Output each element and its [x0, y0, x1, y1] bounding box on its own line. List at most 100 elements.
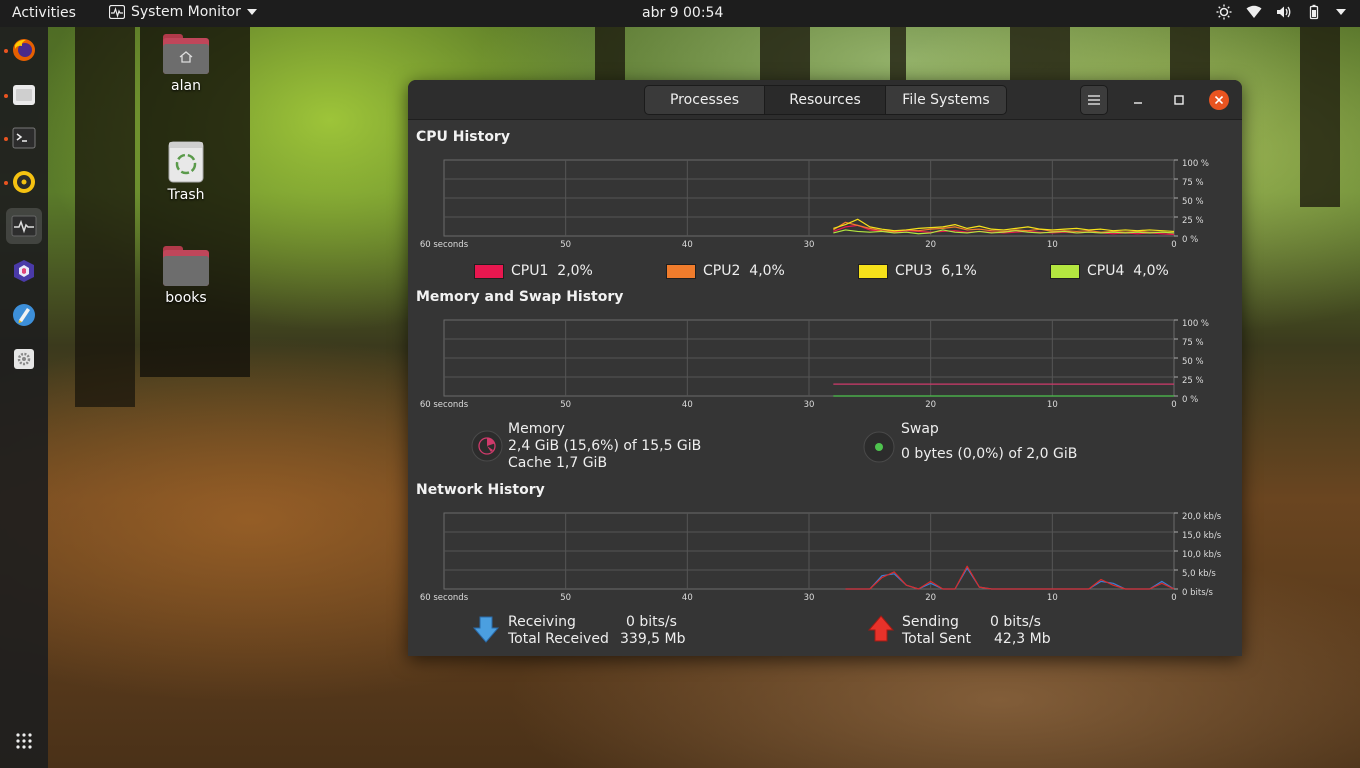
dock-terminal[interactable] — [6, 120, 42, 156]
x-tick-label: 20 — [925, 240, 936, 250]
x-tick-label: 50 — [560, 240, 571, 250]
system-status-area[interactable] — [1216, 4, 1346, 20]
trash-icon — [168, 141, 204, 183]
dock-firefox[interactable] — [6, 32, 42, 68]
total-sent-label: Total Sent — [902, 631, 972, 647]
desktop-icon-home[interactable]: alan — [146, 34, 226, 94]
cpu-history-chart: 60 seconds 50 40 30 20 10 0 100 % 75 % 50 % 25 % 0 … — [420, 159, 1209, 250]
view-switcher: Processes Resources File Systems — [644, 85, 1007, 115]
swap-pie-icon[interactable] — [863, 431, 895, 463]
cpu3-value: 6,1% — [941, 263, 977, 279]
x-tick-label: 30 — [804, 400, 815, 410]
x-tick-label: 40 — [682, 240, 693, 250]
cpu2-value: 4,0% — [749, 263, 785, 279]
x-tick-label: 0 — [1171, 593, 1176, 603]
receiving-label: Receiving — [508, 614, 576, 630]
memory-value: 2,4 GiB (15,6%) of 15,5 GiB — [508, 438, 702, 454]
total-received-value: 339,5 Mb — [620, 631, 686, 647]
status-menu-chevron-icon — [1336, 9, 1346, 15]
y-tick-label: 5,0 kb/s — [1182, 569, 1216, 579]
total-received-label: Total Received — [508, 631, 609, 647]
y-tick-label: 0 bits/s — [1182, 588, 1213, 598]
x-tick-label: 40 — [682, 400, 693, 410]
y-tick-label: 25 % — [1182, 376, 1204, 386]
cpu1-color-button[interactable] — [474, 263, 504, 279]
show-applications-button[interactable] — [6, 723, 42, 759]
memory-history-title: Memory and Swap History — [416, 289, 624, 305]
memory-history-chart: 60 seconds 50 40 30 20 10 0 100 % 75 % 50 % 25 % 0 … — [420, 319, 1209, 410]
x-tick-label: 0 — [1171, 400, 1176, 410]
receiving-arrow-icon[interactable] — [472, 615, 500, 643]
x-tick-label: 60 seconds — [420, 593, 469, 603]
close-button[interactable] — [1209, 90, 1229, 110]
dock-files[interactable] — [6, 77, 42, 113]
cpu3-legend: CPU3 6,1% — [858, 263, 977, 279]
main-menu-button[interactable] — [1080, 85, 1108, 115]
activities-button[interactable]: Activities — [12, 5, 76, 21]
sending-arrow-icon[interactable] — [867, 615, 895, 643]
desktop-icon-label: alan — [171, 78, 201, 94]
dock-settings[interactable] — [6, 341, 42, 377]
header-bar[interactable]: Processes Resources File Systems — [408, 80, 1242, 120]
brightness-icon — [1216, 4, 1232, 20]
memory-stats: Memory 2,4 GiB (15,6%) of 15,5 GiB Cache… — [508, 421, 701, 472]
network-history-title: Network History — [416, 482, 545, 498]
x-tick-label: 50 — [560, 400, 571, 410]
chevron-down-icon — [246, 9, 257, 15]
y-tick-label: 100 % — [1182, 319, 1209, 329]
cpu1-label: CPU1 — [511, 263, 549, 279]
cpu3-color-button[interactable] — [858, 263, 888, 279]
y-tick-label: 15,0 kb/s — [1182, 531, 1222, 541]
folder-icon — [163, 246, 209, 286]
cpu4-color-button[interactable] — [1050, 263, 1080, 279]
total-sent-value: 42,3 Mb — [994, 631, 1051, 647]
top-bar: Activities System Monitor abr 9 00:54 — [0, 0, 1360, 27]
rhythmbox-icon — [13, 171, 35, 193]
cpu4-value: 4,0% — [1133, 263, 1169, 279]
cpu3-label: CPU3 — [895, 263, 933, 279]
desktop-icon-trash[interactable]: Trash — [146, 140, 226, 203]
desktop-icon-books[interactable]: books — [146, 246, 226, 306]
y-tick-label: 10,0 kb/s — [1182, 550, 1222, 560]
swap-stats: Swap 0 bytes (0,0%) of 2,0 GiB — [901, 421, 1077, 463]
x-tick-label: 60 seconds — [420, 400, 469, 410]
cpu2-label: CPU2 — [703, 263, 741, 279]
system-monitor-icon — [109, 5, 125, 19]
minimize-button[interactable] — [1128, 90, 1148, 110]
sending-value: 0 bits/s — [990, 614, 1041, 630]
cpu1-legend: CPU1 2,0% — [474, 263, 593, 279]
y-tick-label: 100 % — [1182, 159, 1209, 169]
x-tick-label: 20 — [925, 593, 936, 603]
hamburger-menu-icon — [1088, 95, 1100, 105]
clock[interactable]: abr 9 00:54 — [642, 5, 723, 21]
cpu2-color-button[interactable] — [666, 263, 696, 279]
tab-resources[interactable]: Resources — [765, 85, 886, 115]
dock-rhythmbox[interactable] — [6, 164, 42, 200]
maximize-button[interactable] — [1169, 90, 1189, 110]
x-tick-label: 30 — [804, 240, 815, 250]
x-tick-label: 0 — [1171, 240, 1176, 250]
swap-value: 0 bytes (0,0%) of 2,0 GiB — [901, 446, 1078, 462]
app-menu-label: System Monitor — [131, 4, 241, 20]
dock-app-7[interactable] — [6, 297, 42, 333]
tab-processes[interactable]: Processes — [644, 85, 765, 115]
x-tick-label: 10 — [1047, 593, 1058, 603]
files-icon — [13, 85, 35, 105]
dock-app-6[interactable] — [6, 253, 42, 289]
sending-stats: Sending 0 bits/s Total Sent 42,3 Mb — [902, 614, 1082, 648]
minimize-icon — [1134, 102, 1142, 104]
tab-file-systems[interactable]: File Systems — [886, 85, 1007, 115]
y-tick-label: 75 % — [1182, 338, 1204, 348]
maximize-icon — [1174, 95, 1184, 105]
swap-label: Swap — [901, 421, 939, 437]
memory-label: Memory — [508, 421, 565, 437]
settings-gear-icon — [14, 349, 34, 369]
y-tick-label: 75 % — [1182, 178, 1204, 188]
terminal-icon — [12, 127, 36, 149]
app-menu[interactable]: System Monitor — [109, 4, 257, 20]
y-tick-label: 25 % — [1182, 216, 1204, 226]
memory-pie-icon[interactable] — [471, 430, 503, 462]
system-monitor-window: Processes Resources File Systems CPU His… — [408, 80, 1242, 656]
dock-system-monitor[interactable] — [6, 208, 42, 244]
cpu1-value: 2,0% — [557, 263, 593, 279]
